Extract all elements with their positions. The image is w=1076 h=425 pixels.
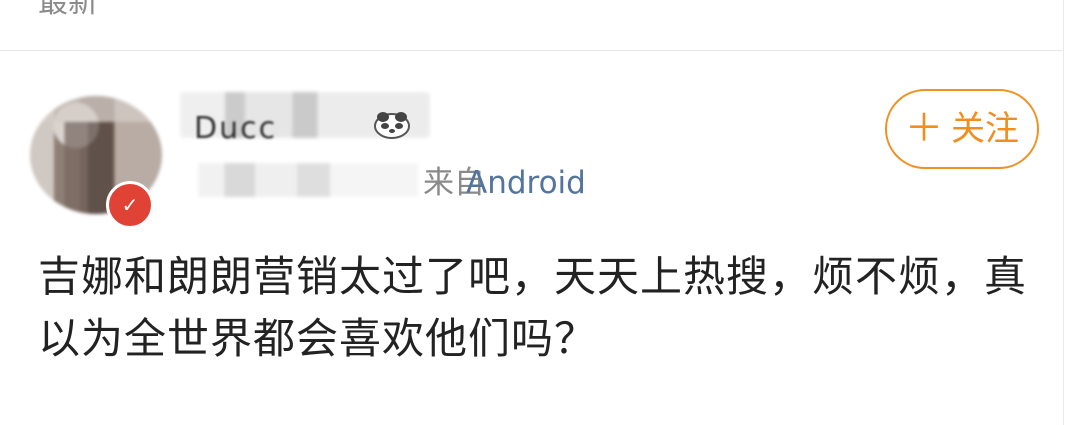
comment-text: 吉娜和朗朗营销太过了吧，天天上热搜，烦不烦，真以为全世界都会喜欢他们吗？ xyxy=(38,252,1028,363)
verified-badge-icon: ✓ xyxy=(106,181,154,229)
username[interactable]: Ducc xyxy=(194,111,277,146)
follow-button[interactable]: ＋ 关注 xyxy=(885,89,1039,169)
section-header: 最新 xyxy=(0,0,1062,51)
follow-label: 关注 xyxy=(951,109,1019,149)
panda-face-icon xyxy=(374,112,410,139)
section-title: 最新 xyxy=(38,0,98,20)
scrollbar-track[interactable] xyxy=(1063,0,1076,425)
plus-icon: ＋ xyxy=(904,106,943,150)
source-link[interactable]: Android xyxy=(466,166,586,200)
post-meta-blur xyxy=(198,163,418,197)
